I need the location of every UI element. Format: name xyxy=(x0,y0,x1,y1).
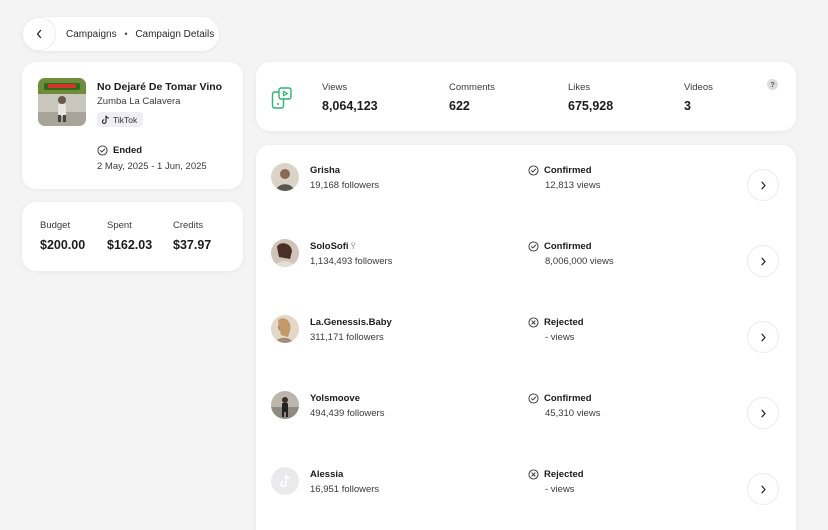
credits-column: Credits $37.97 xyxy=(173,220,211,252)
tiktok-icon xyxy=(101,115,109,124)
comments-value: 622 xyxy=(449,99,470,113)
campaign-card: No Dejaré De Tomar Vino Zumba La Calaver… xyxy=(22,62,243,189)
creator-views: 12,813 views xyxy=(545,180,601,191)
creator-avatar xyxy=(271,467,299,495)
breadcrumb-campaigns-link[interactable]: Campaigns xyxy=(66,29,117,40)
platform-badge: TikTok xyxy=(97,112,144,127)
breadcrumb: Campaigns • Campaign Details xyxy=(22,17,219,51)
creator-name: SoloSofi Ÿ xyxy=(310,241,356,252)
videos-stat: Videos 3 xyxy=(684,82,713,113)
comments-label: Comments xyxy=(449,82,495,93)
creator-status-label: Confirmed xyxy=(544,393,592,404)
credits-label: Credits xyxy=(173,220,204,231)
creator-avatar xyxy=(271,239,299,267)
campaign-artist: Zumba La Calavera xyxy=(97,96,181,107)
creator-followers: 1,134,493 followers xyxy=(310,256,393,267)
creator-status: Rejected xyxy=(528,317,584,328)
views-label: Views xyxy=(322,82,348,93)
creator-name: Alessia xyxy=(310,469,344,480)
creator-status: Confirmed xyxy=(528,165,592,176)
creator-status-label: Rejected xyxy=(544,469,584,480)
spent-column: Spent $162.03 xyxy=(107,220,152,252)
credits-value: $37.97 xyxy=(173,238,212,252)
campaign-status: Ended xyxy=(97,145,142,156)
videos-label: Videos xyxy=(684,82,713,93)
campaign-dates: 2 May, 2025 - 1 Jun, 2025 xyxy=(97,161,207,172)
chevron-right-icon xyxy=(760,181,766,189)
creators-list: Grisha 19,168 followers Confirmed 12,813… xyxy=(256,145,796,530)
creator-avatar xyxy=(271,315,299,343)
creator-avatar xyxy=(271,163,299,191)
budget-label: Budget xyxy=(40,220,71,231)
campaign-cover-image xyxy=(38,78,86,126)
spent-label: Spent xyxy=(107,220,132,231)
budget-value: $200.00 xyxy=(40,238,86,252)
creator-details-button[interactable] xyxy=(747,473,779,505)
budget-column: Budget $200.00 xyxy=(40,220,85,252)
creator-status-label: Rejected xyxy=(544,317,584,328)
creator-name: La.Genessis.Baby xyxy=(310,317,392,328)
creator-status-label: Confirmed xyxy=(544,165,592,176)
creator-details-button[interactable] xyxy=(747,321,779,353)
platform-label: TikTok xyxy=(113,114,138,125)
creator-row: Alessia 16,951 followers Rejected - view… xyxy=(256,449,796,525)
creator-followers: 19,168 followers xyxy=(310,180,380,191)
check-circle-icon xyxy=(528,241,539,252)
views-value: 8,064,123 xyxy=(322,99,378,113)
chevron-left-icon xyxy=(36,29,42,39)
likes-value: 675,928 xyxy=(568,99,614,113)
x-circle-icon xyxy=(528,469,539,480)
creator-followers: 311,171 followers xyxy=(310,332,384,343)
creator-name: Yolsmoove xyxy=(310,393,360,404)
creator-status-label: Confirmed xyxy=(544,241,592,252)
videos-value: 3 xyxy=(684,99,691,113)
verified-icon: Ÿ xyxy=(350,242,356,251)
creator-status: Rejected xyxy=(528,469,584,480)
creator-name: Grisha xyxy=(310,165,341,176)
comments-stat: Comments 622 xyxy=(449,82,495,113)
creator-details-button[interactable] xyxy=(747,169,779,201)
help-icon[interactable]: ? xyxy=(767,79,778,90)
creator-details-button[interactable] xyxy=(747,397,779,429)
campaign-status-label: Ended xyxy=(113,145,143,156)
creator-avatar xyxy=(271,391,299,419)
budget-card: Budget $200.00 Spent $162.03 Credits $37… xyxy=(22,202,243,271)
spent-value: $162.03 xyxy=(107,238,153,252)
chevron-right-icon xyxy=(760,485,766,493)
back-button[interactable] xyxy=(22,17,56,51)
x-circle-icon xyxy=(528,317,539,328)
creator-followers: 16,951 followers xyxy=(310,484,380,495)
creator-row: Yolsmoove 494,439 followers Confirmed 45… xyxy=(256,373,796,449)
check-circle-icon xyxy=(528,393,539,404)
creator-views: 45,310 views xyxy=(545,408,601,419)
creator-views: - views xyxy=(545,332,575,343)
creator-row: SoloSofi Ÿ 1,134,493 followers Confirmed … xyxy=(256,221,796,297)
creator-status: Confirmed xyxy=(528,241,592,252)
creator-views: 8,006,000 views xyxy=(545,256,614,267)
likes-stat: Likes 675,928 xyxy=(568,82,613,113)
creator-name-text: SoloSofi xyxy=(310,241,349,252)
check-circle-icon xyxy=(528,165,539,176)
chevron-right-icon xyxy=(760,409,766,417)
likes-label: Likes xyxy=(568,82,591,93)
stats-card: Views 8,064,123 Comments 622 Likes 675,9… xyxy=(256,62,796,131)
chevron-right-icon xyxy=(760,257,766,265)
creator-status: Confirmed xyxy=(528,393,592,404)
chevron-right-icon xyxy=(760,333,766,341)
creator-details-button[interactable] xyxy=(747,245,779,277)
creator-row: La.Genessis.Baby 311,171 followers Rejec… xyxy=(256,297,796,373)
campaign-title: No Dejaré De Tomar Vino xyxy=(97,81,223,93)
video-stats-icon xyxy=(271,87,292,109)
views-stat: Views 8,064,123 xyxy=(322,82,378,113)
creator-views: - views xyxy=(545,484,575,495)
creator-followers: 494,439 followers xyxy=(310,408,385,419)
check-circle-icon xyxy=(97,145,108,156)
breadcrumb-current: Campaign Details xyxy=(135,28,215,40)
creator-row: Grisha 19,168 followers Confirmed 12,813… xyxy=(256,145,796,221)
breadcrumb-separator: • xyxy=(124,28,128,39)
